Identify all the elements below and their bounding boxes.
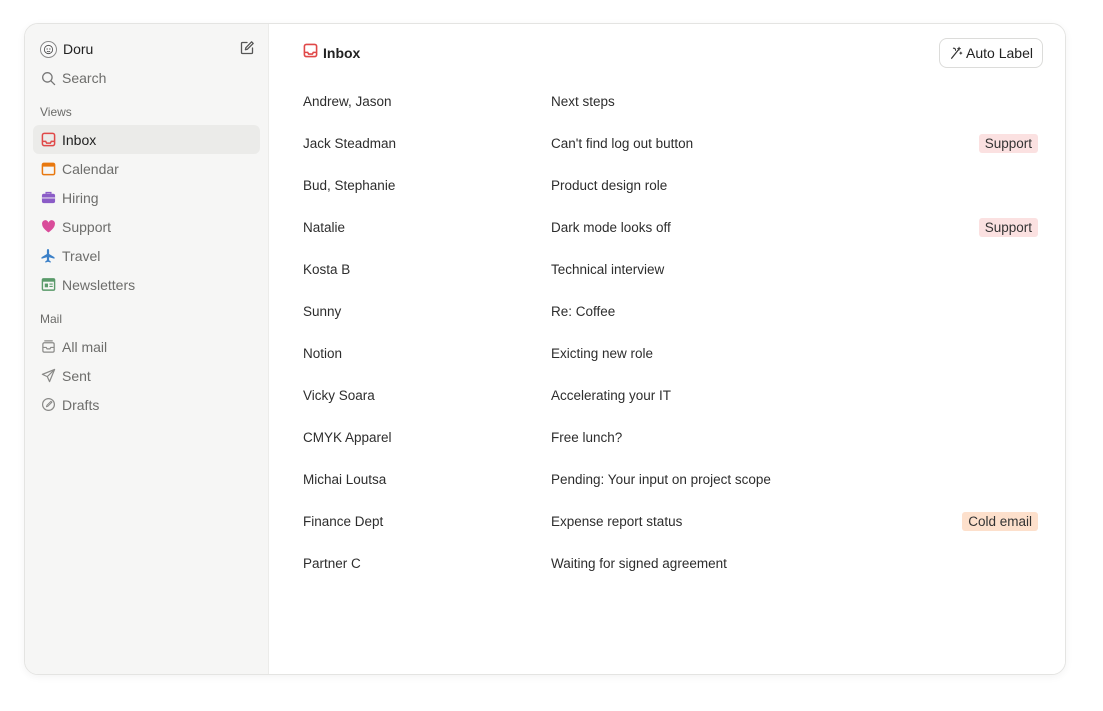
mail-subject: Next steps: [551, 93, 615, 109]
auto-label-button[interactable]: Auto Label: [939, 38, 1043, 68]
mail-row[interactable]: Bud, Stephanie Product design role: [303, 164, 1038, 206]
inbox-icon: [40, 132, 56, 148]
label-badge: Cold email: [962, 511, 1038, 531]
draft-icon: [40, 397, 56, 413]
sidebar-item-label: Inbox: [62, 131, 97, 148]
sidebar-item-drafts[interactable]: Drafts: [33, 390, 260, 419]
search-icon: [40, 70, 56, 86]
app-window: Doru Search Views Inbox Calendar Hiring …: [24, 23, 1066, 675]
sidebar-item-label: Newsletters: [62, 276, 136, 293]
calendar-icon: [40, 161, 56, 177]
airplane-icon: [40, 248, 56, 264]
main-panel: Inbox Auto Label Andrew, Jason Next steps…: [269, 24, 1065, 674]
mail-subject: Technical interview: [551, 261, 665, 277]
send-icon: [40, 368, 56, 384]
views-section-label: Views: [40, 105, 72, 119]
mail-subject: Can't find log out button: [551, 135, 694, 151]
mail-sender: Finance Dept: [303, 513, 384, 529]
mail-sender: Notion: [303, 345, 343, 361]
mail-row[interactable]: Michai Loutsa Pending: Your input on proj…: [303, 458, 1038, 500]
mail-row[interactable]: Natalie Dark mode looks off Support: [303, 206, 1038, 248]
mail-sender: Sunny: [303, 303, 342, 319]
search-label: Search: [62, 70, 107, 86]
mail-row[interactable]: Finance Dept Expense report status Cold em…: [303, 500, 1038, 542]
mail-row[interactable]: Vicky Soara Accelerating your IT: [303, 374, 1038, 416]
mail-subject: Expense report status: [551, 513, 683, 529]
archive-icon: [40, 339, 56, 355]
mail-subject: Exicting new role: [551, 345, 654, 361]
sidebar-item-label: Calendar: [62, 160, 119, 177]
label-badge: Support: [978, 217, 1038, 237]
mail-subject: Waiting for signed agreement: [551, 555, 727, 571]
page-title: Inbox: [303, 43, 361, 63]
mail-sender: Partner C: [303, 555, 361, 571]
compose-button[interactable]: [239, 40, 255, 56]
mail-subject: Free lunch?: [551, 429, 623, 445]
mail-list: Andrew, Jason Next steps Jack Steadman Can'…: [303, 80, 1038, 584]
mail-section-label: Mail: [40, 312, 63, 326]
label-badge: Support: [978, 133, 1038, 153]
user-menu[interactable]: Doru: [33, 38, 260, 60]
mail-subject: Accelerating your IT: [551, 387, 672, 403]
sidebar-item-travel[interactable]: Travel: [33, 241, 260, 270]
mail-row[interactable]: Notion Exicting new role: [303, 332, 1038, 374]
mail-sender: Natalie: [303, 219, 346, 235]
search-button[interactable]: Search: [33, 64, 260, 92]
mail-sender: Andrew, Jason: [303, 93, 392, 109]
sidebar-item-label: All mail: [62, 338, 108, 355]
sidebar-item-support[interactable]: Support: [33, 212, 260, 241]
mail-row[interactable]: Kosta B Technical interview: [303, 248, 1038, 290]
sidebar-item-sent[interactable]: Sent: [33, 361, 260, 390]
sidebar: Doru Search Views Inbox Calendar Hiring …: [25, 24, 269, 674]
sidebar-item-inbox[interactable]: Inbox: [33, 125, 260, 154]
mail-subject: Pending: Your input on project scope: [551, 471, 771, 487]
mail-subject: Dark mode looks off: [551, 219, 671, 235]
mail-row[interactable]: Jack Steadman Can't find log out button Su…: [303, 122, 1038, 164]
sidebar-item-label: Hiring: [62, 189, 99, 206]
newspaper-icon: [40, 277, 56, 293]
mail-subject: Product design role: [551, 177, 668, 193]
mail-sender: Vicky Soara: [303, 387, 375, 403]
page-title-text: Inbox: [323, 45, 361, 61]
mail-sender: Jack Steadman: [303, 135, 397, 151]
sidebar-item-calendar[interactable]: Calendar: [33, 154, 260, 183]
mail-sender: Bud, Stephanie: [303, 177, 396, 193]
mail-row[interactable]: Partner C Waiting for signed agreement: [303, 542, 1038, 584]
auto-label-text: Auto Label: [966, 45, 1033, 61]
inbox-icon: [303, 43, 318, 63]
sidebar-item-all-mail[interactable]: All mail: [33, 332, 260, 361]
mail-row[interactable]: Andrew, Jason Next steps: [303, 80, 1038, 122]
sidebar-item-label: Travel: [62, 247, 101, 264]
sidebar-item-label: Drafts: [62, 396, 100, 413]
heart-icon: [40, 219, 56, 235]
mail-subject: Re: Coffee: [551, 303, 616, 319]
sidebar-item-hiring[interactable]: Hiring: [33, 183, 260, 212]
mail-row[interactable]: Sunny Re: Coffee: [303, 290, 1038, 332]
mail-row[interactable]: CMYK Apparel Free lunch?: [303, 416, 1038, 458]
user-name: Doru: [63, 41, 94, 57]
sidebar-item-newsletters[interactable]: Newsletters: [33, 270, 260, 299]
sidebar-item-label: Sent: [62, 367, 91, 384]
auto-label-icon: [951, 46, 963, 59]
sidebar-item-label: Support: [62, 218, 112, 235]
mail-sender: Michai Loutsa: [303, 471, 387, 487]
avatar: [40, 40, 57, 58]
mail-sender: Kosta B: [303, 261, 351, 277]
compose-icon: [240, 41, 254, 55]
mail-sender: CMYK Apparel: [303, 429, 392, 445]
avatar-face-icon: [43, 44, 54, 54]
briefcase-icon: [40, 190, 56, 206]
